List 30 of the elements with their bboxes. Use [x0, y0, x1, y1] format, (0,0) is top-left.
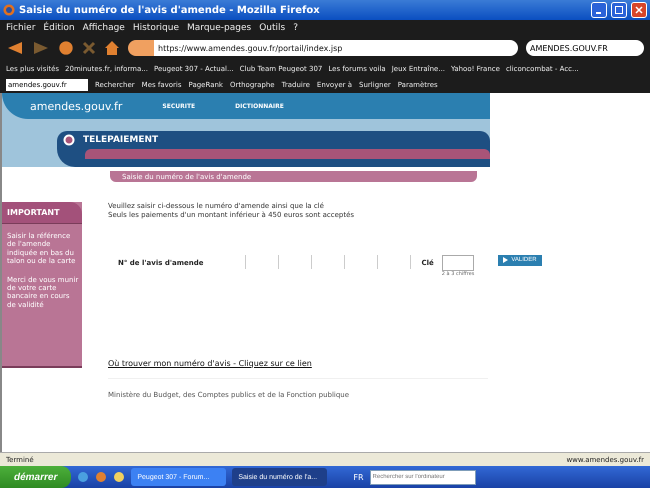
home-icon[interactable] — [104, 40, 120, 56]
menu-item[interactable]: Édition — [43, 22, 75, 32]
maximize-button[interactable] — [611, 2, 627, 18]
menu-item[interactable]: ? — [293, 22, 298, 32]
window-title: Saisie du numéro de l'avis d'amende - Mozilla Firefox — [19, 4, 321, 16]
section-title: TELEPAIEMENT — [83, 135, 158, 145]
minimize-button[interactable] — [591, 2, 607, 18]
close-button[interactable] — [631, 2, 647, 18]
sidebar-title: IMPORTANT — [2, 202, 82, 224]
back-icon[interactable] — [6, 40, 24, 56]
bullet-icon — [63, 134, 75, 146]
help-link[interactable]: Où trouver mon numéro d'avis - Cliquez sur ce lien — [108, 358, 650, 368]
close-icon — [635, 6, 643, 14]
menu-item[interactable]: Affichage — [82, 22, 125, 32]
address-field[interactable]: https://www.amendes.gouv.fr/portail/index.jsp — [128, 40, 518, 56]
key-field[interactable] — [442, 254, 474, 271]
menu-item[interactable]: Historique — [132, 22, 179, 32]
search-field[interactable]: AMENDES.GOUV.FR — [526, 40, 644, 56]
stop-icon[interactable] — [82, 41, 96, 55]
browser-logo-icon — [3, 4, 15, 16]
start-button[interactable]: démarrer — [0, 466, 72, 488]
menu-item[interactable]: Fichier — [6, 22, 36, 32]
language-indicator[interactable]: FR — [353, 472, 364, 482]
reload-icon[interactable] — [58, 40, 74, 56]
maximize-icon — [615, 6, 623, 14]
forward-icon[interactable] — [32, 40, 50, 56]
site-logo[interactable]: amendes.gouv.fr — [30, 100, 122, 112]
play-icon — [503, 257, 508, 264]
menu-item[interactable]: Marque-pages — [187, 22, 252, 32]
menu-item[interactable]: Outils — [259, 22, 286, 32]
